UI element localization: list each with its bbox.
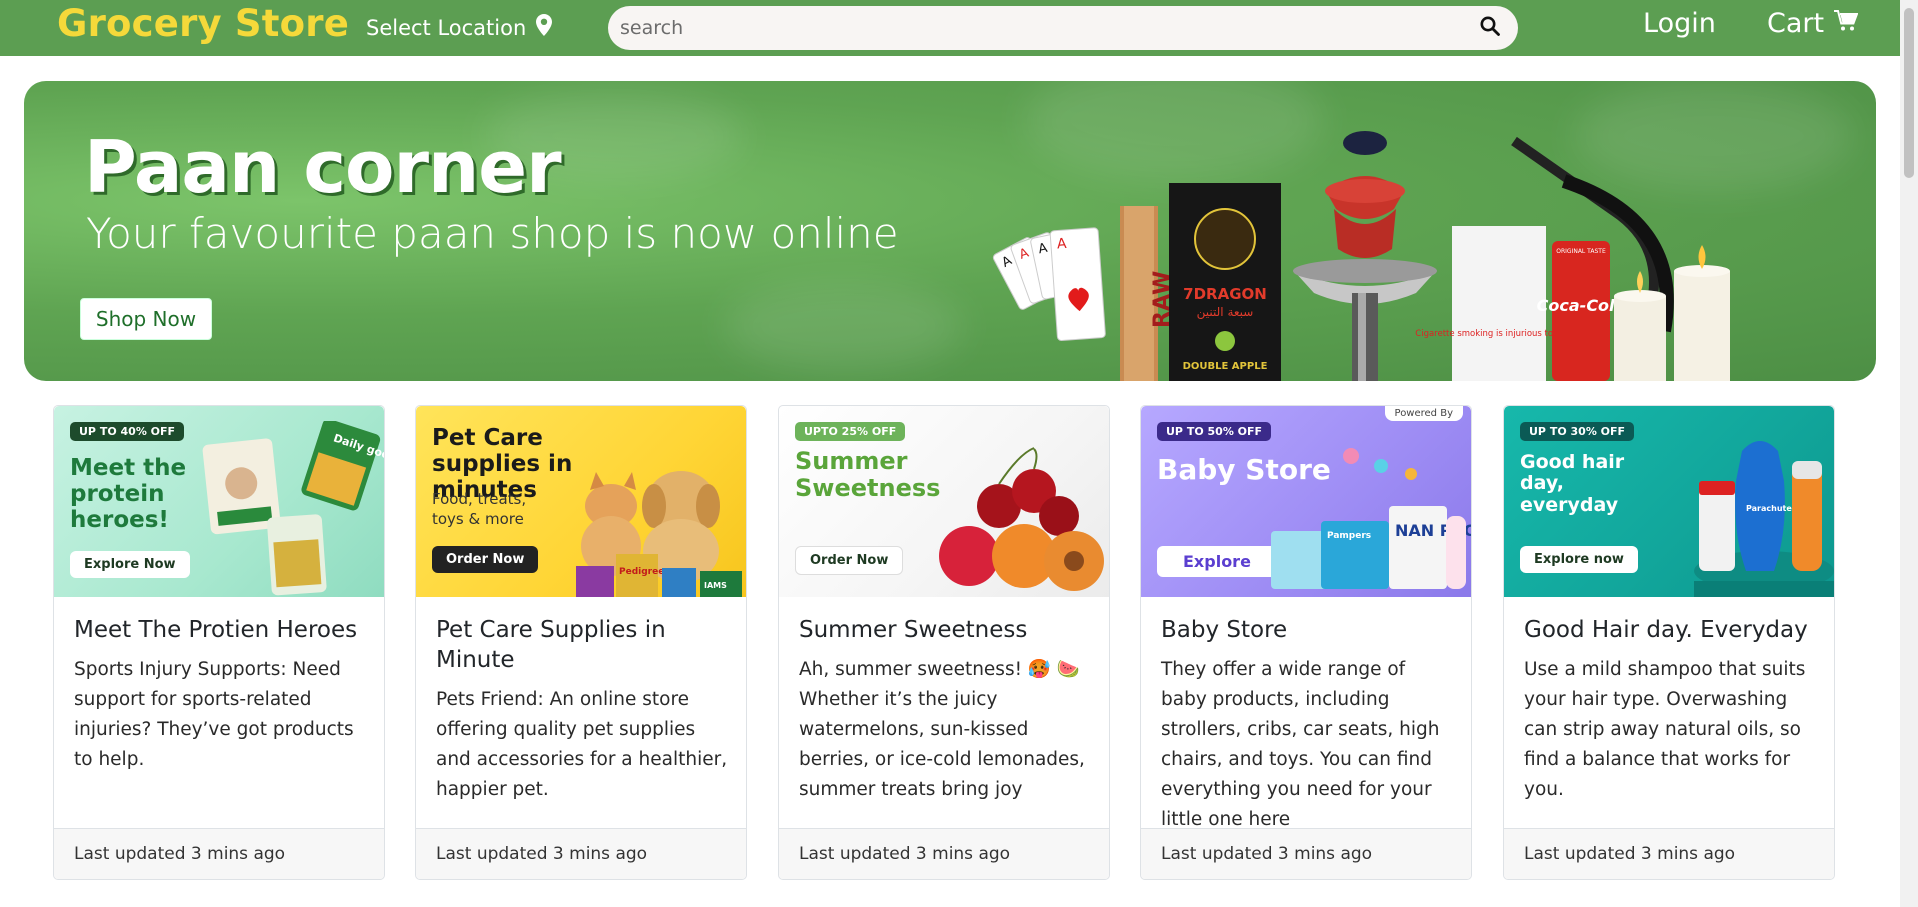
last-updated-text: Last updated 3 mins ago [799, 844, 1011, 864]
promo-card[interactable]: UP TO 50% OFF Powered By Baby Store Expl… [1140, 405, 1472, 880]
hero-title: Paan corner [84, 125, 562, 209]
discount-badge: UP TO 40% OFF [70, 422, 185, 441]
last-updated-text: Last updated 3 mins ago [436, 844, 648, 864]
hero-banner: Paan corner Your favourite paan shop is … [24, 81, 1876, 381]
rolling-papers-icon: RAW [1120, 206, 1175, 381]
cart-link[interactable]: Cart [1767, 8, 1859, 39]
promo-card[interactable]: Pet Care supplies in minutes Food, treat… [415, 405, 747, 880]
card-image-subtext: Food, treats, toys & more [432, 490, 527, 528]
search-input[interactable] [608, 16, 1470, 40]
card-title[interactable]: Meet The Protien Heroes [74, 615, 366, 645]
card-image[interactable]: UPTO 25% OFF Summer Sweetness Order Now [779, 406, 1109, 597]
select-location-label: Select Location [366, 15, 527, 40]
svg-text:سبعة التنين: سبعة التنين [1197, 305, 1254, 320]
svg-text:A: A [1056, 236, 1067, 253]
paan-products-illustration: A A A A RAW 7DRAGON سبعة التنين DOUBLE A… [992, 131, 1730, 381]
card-image[interactable]: UP TO 40% OFF Meet the protein heroes! E… [54, 406, 384, 597]
card-body: Meet The Protien Heroes Sports Injury Su… [74, 615, 366, 775]
discount-badge: UP TO 50% OFF [1157, 422, 1272, 441]
card-title[interactable]: Pet Care Supplies in Minute [436, 615, 728, 675]
last-updated-text: Last updated 3 mins ago [74, 844, 286, 864]
last-updated-text: Last updated 3 mins ago [1161, 844, 1373, 864]
search-button[interactable] [1470, 8, 1510, 48]
svg-text:Pedigree: Pedigree [619, 567, 664, 577]
hookah-tobacco-box-icon: 7DRAGON سبعة التنين DOUBLE APPLE [1169, 183, 1281, 381]
card-body: Baby Store They offer a wide range of ba… [1161, 615, 1453, 835]
card-text: Pets Friend: An online store offering qu… [436, 689, 728, 800]
discount-badge: UP TO 30% OFF [1520, 422, 1635, 441]
page-scrollbar[interactable] [1900, 0, 1918, 907]
baby-products-illustration: Pampers NAN PRO [1271, 448, 1471, 589]
card-title[interactable]: Summer Sweetness [799, 615, 1091, 645]
cola-can-icon: ORIGINAL TASTE Coca-Cola [1537, 241, 1626, 381]
cart-label: Cart [1767, 8, 1825, 39]
order-now-button[interactable]: Order Now [795, 546, 904, 575]
summer-fruits-illustration [939, 447, 1104, 591]
card-image-headline: Good hair day, everyday [1520, 451, 1625, 516]
card-image-headline: Summer Sweetness [795, 447, 941, 502]
card-text: Ah, summer sweetness! 🥵 🍉 Whether it’s t… [799, 659, 1085, 800]
svg-text:DOUBLE APPLE: DOUBLE APPLE [1183, 361, 1268, 372]
card-footer: Last updated 3 mins ago [1141, 828, 1471, 879]
protein-snack-packs-illustration: Daily good [202, 421, 384, 596]
promo-card[interactable]: UP TO 30% OFF Good hair day, everyday Ex… [1503, 405, 1835, 880]
card-title[interactable]: Good Hair day. Everyday [1524, 615, 1816, 645]
card-body: Good Hair day. Everyday Use a mild shamp… [1524, 615, 1816, 805]
shop-now-button[interactable]: Shop Now [80, 298, 212, 340]
svg-text:Pampers: Pampers [1327, 531, 1371, 541]
last-updated-text: Last updated 3 mins ago [1524, 844, 1736, 864]
brand-logo[interactable]: Grocery Store [57, 2, 349, 45]
promo-card[interactable]: UPTO 25% OFF Summer Sweetness Order Now … [778, 405, 1110, 880]
hookah-icon [1293, 131, 1437, 381]
smoke-decoration [724, 281, 964, 371]
card-body: Pet Care Supplies in Minute Pets Friend:… [436, 615, 728, 805]
card-image-headline: Meet the protein heroes! [70, 455, 187, 533]
card-title[interactable]: Baby Store [1161, 615, 1453, 645]
select-location-button[interactable]: Select Location [366, 14, 553, 41]
card-footer: Last updated 3 mins ago [1504, 828, 1834, 879]
card-image[interactable]: Pet Care supplies in minutes Food, treat… [416, 406, 746, 597]
playing-cards-icon: A A A A [992, 227, 1106, 341]
powered-by-label: Powered By [1384, 406, 1463, 421]
svg-text:Coca-Cola: Coca-Cola [1537, 296, 1626, 315]
explore-now-button[interactable]: Explore Now [70, 551, 190, 578]
card-text: Sports Injury Supports: Need support for… [74, 659, 354, 770]
cat-and-dog-illustration: Pedigree IAMS [576, 471, 742, 597]
navbar: Grocery Store Select Location Login Cart [0, 0, 1900, 56]
card-image[interactable]: UP TO 50% OFF Powered By Baby Store Expl… [1141, 406, 1471, 597]
svg-text:7DRAGON: 7DRAGON [1183, 285, 1267, 303]
card-footer: Last updated 3 mins ago [416, 828, 746, 879]
svg-text:ORIGINAL TASTE: ORIGINAL TASTE [1556, 248, 1606, 255]
hero-subtitle: Your favourite paan shop is now online [86, 209, 899, 258]
card-text: Use a mild shampoo that suits your hair … [1524, 659, 1806, 800]
order-now-button[interactable]: Order Now [432, 546, 539, 573]
card-footer: Last updated 3 mins ago [779, 828, 1109, 879]
hair-care-products-illustration: Parachute [1694, 441, 1834, 597]
promo-card[interactable]: UP TO 40% OFF Meet the protein heroes! E… [53, 405, 385, 880]
discount-badge: UPTO 25% OFF [795, 422, 906, 441]
search-icon [1480, 16, 1500, 40]
location-pin-icon [536, 14, 553, 41]
explore-button[interactable]: Explore [1157, 546, 1277, 577]
card-image[interactable]: UP TO 30% OFF Good hair day, everyday Ex… [1504, 406, 1834, 597]
card-body: Summer Sweetness Ah, summer sweetness! 🥵… [799, 615, 1091, 805]
shopping-cart-icon [1834, 8, 1859, 39]
scrollbar-thumb[interactable] [1904, 8, 1914, 178]
card-footer: Last updated 3 mins ago [54, 828, 384, 879]
svg-text:IAMS: IAMS [704, 581, 727, 590]
search-bar [608, 6, 1518, 50]
login-link[interactable]: Login [1643, 8, 1716, 39]
card-text: They offer a wide range of baby products… [1161, 659, 1440, 830]
explore-now-button[interactable]: Explore now [1520, 546, 1638, 573]
svg-text:Parachute: Parachute [1746, 504, 1792, 513]
